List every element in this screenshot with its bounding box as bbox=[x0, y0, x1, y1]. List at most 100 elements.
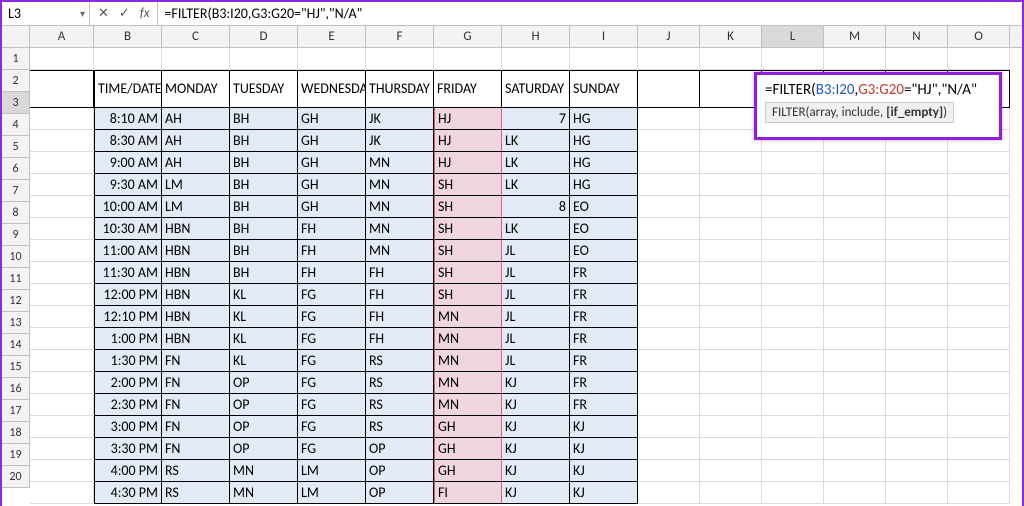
cell-F6[interactable]: MN bbox=[366, 174, 434, 196]
cell-I16[interactable]: FR bbox=[570, 394, 638, 416]
cell-B10[interactable]: 11:30 AM bbox=[94, 262, 162, 284]
cell-F9[interactable]: MN bbox=[366, 240, 434, 262]
cell-K14[interactable] bbox=[700, 350, 762, 372]
cell-C3[interactable]: AH bbox=[162, 108, 230, 130]
cell-K2[interactable] bbox=[700, 70, 762, 108]
cell-C1[interactable] bbox=[162, 48, 230, 70]
cell-G3[interactable]: HJ bbox=[434, 108, 502, 130]
cell-F19[interactable]: OP bbox=[366, 460, 434, 482]
cell-G15[interactable]: MN bbox=[434, 372, 502, 394]
cell-B2[interactable]: TIME/DATE bbox=[94, 70, 162, 108]
cell-N5[interactable] bbox=[886, 152, 948, 174]
cell-G13[interactable]: MN bbox=[434, 328, 502, 350]
row-header-17[interactable]: 17 bbox=[2, 400, 30, 422]
cell-K15[interactable] bbox=[700, 372, 762, 394]
cell-A13[interactable] bbox=[30, 328, 94, 350]
cell-D2[interactable]: TUESDAY bbox=[230, 70, 298, 108]
cell-E20[interactable]: LM bbox=[298, 482, 366, 504]
cell-L12[interactable] bbox=[762, 306, 824, 328]
cell-N11[interactable] bbox=[886, 284, 948, 306]
cell-M11[interactable] bbox=[824, 284, 886, 306]
cell-O1[interactable] bbox=[948, 48, 1010, 70]
cell-E14[interactable]: FG bbox=[298, 350, 366, 372]
row-header-10[interactable]: 10 bbox=[2, 246, 30, 268]
cell-N14[interactable] bbox=[886, 350, 948, 372]
cell-I10[interactable]: FR bbox=[570, 262, 638, 284]
cell-H17[interactable]: KJ bbox=[502, 416, 570, 438]
cell-F7[interactable]: MN bbox=[366, 196, 434, 218]
cell-L5[interactable] bbox=[762, 152, 824, 174]
cell-B13[interactable]: 1:00 PM bbox=[94, 328, 162, 350]
cell-O13[interactable] bbox=[948, 328, 1010, 350]
cell-N12[interactable] bbox=[886, 306, 948, 328]
cell-G8[interactable]: SH bbox=[434, 218, 502, 240]
cell-N1[interactable] bbox=[886, 48, 948, 70]
cell-A16[interactable] bbox=[30, 394, 94, 416]
cell-E9[interactable]: FH bbox=[298, 240, 366, 262]
cell-E8[interactable]: FH bbox=[298, 218, 366, 240]
cell-K8[interactable] bbox=[700, 218, 762, 240]
cell-F16[interactable]: RS bbox=[366, 394, 434, 416]
cell-B20[interactable]: 4:30 PM bbox=[94, 482, 162, 504]
cell-K10[interactable] bbox=[700, 262, 762, 284]
cell-F20[interactable]: OP bbox=[366, 482, 434, 504]
row-header-14[interactable]: 14 bbox=[2, 334, 30, 356]
cell-A3[interactable] bbox=[30, 108, 94, 130]
cell-F18[interactable]: OP bbox=[366, 438, 434, 460]
cell-M7[interactable] bbox=[824, 196, 886, 218]
cell-K12[interactable] bbox=[700, 306, 762, 328]
row-header-2[interactable]: 2 bbox=[2, 70, 30, 92]
cell-C16[interactable]: FN bbox=[162, 394, 230, 416]
cell-G18[interactable]: GH bbox=[434, 438, 502, 460]
cell-B6[interactable]: 9:30 AM bbox=[94, 174, 162, 196]
cell-H6[interactable]: LK bbox=[502, 174, 570, 196]
cell-H15[interactable]: KJ bbox=[502, 372, 570, 394]
cell-I1[interactable] bbox=[570, 48, 638, 70]
cell-I5[interactable]: HG bbox=[570, 152, 638, 174]
cell-J9[interactable] bbox=[638, 240, 700, 262]
cell-L15[interactable] bbox=[762, 372, 824, 394]
cell-J11[interactable] bbox=[638, 284, 700, 306]
cell-D3[interactable]: BH bbox=[230, 108, 298, 130]
cell-J1[interactable] bbox=[638, 48, 700, 70]
cell-H3[interactable]: 7 bbox=[502, 108, 570, 130]
cell-B7[interactable]: 10:00 AM bbox=[94, 196, 162, 218]
cell-I20[interactable]: KJ bbox=[570, 482, 638, 504]
cell-B3[interactable]: 8:10 AM bbox=[94, 108, 162, 130]
cell-A9[interactable] bbox=[30, 240, 94, 262]
cell-K17[interactable] bbox=[700, 416, 762, 438]
cell-D9[interactable]: BH bbox=[230, 240, 298, 262]
cell-E11[interactable]: FG bbox=[298, 284, 366, 306]
cell-C2[interactable]: MONDAY bbox=[162, 70, 230, 108]
cell-K6[interactable] bbox=[700, 174, 762, 196]
cell-M12[interactable] bbox=[824, 306, 886, 328]
cell-M6[interactable] bbox=[824, 174, 886, 196]
cell-G1[interactable] bbox=[434, 48, 502, 70]
cell-A10[interactable] bbox=[30, 262, 94, 284]
cell-L1[interactable] bbox=[762, 48, 824, 70]
cell-H5[interactable]: LK bbox=[502, 152, 570, 174]
cell-E15[interactable]: FG bbox=[298, 372, 366, 394]
cell-O17[interactable] bbox=[948, 416, 1010, 438]
cell-I18[interactable]: KJ bbox=[570, 438, 638, 460]
cell-I13[interactable]: FR bbox=[570, 328, 638, 350]
cell-D17[interactable]: OP bbox=[230, 416, 298, 438]
cell-O15[interactable] bbox=[948, 372, 1010, 394]
cell-N17[interactable] bbox=[886, 416, 948, 438]
cell-B11[interactable]: 12:00 PM bbox=[94, 284, 162, 306]
cell-D10[interactable]: BH bbox=[230, 262, 298, 284]
column-header-J[interactable]: J bbox=[638, 26, 700, 47]
cell-O18[interactable] bbox=[948, 438, 1010, 460]
cell-J7[interactable] bbox=[638, 196, 700, 218]
cell-C13[interactable]: HBN bbox=[162, 328, 230, 350]
cell-G12[interactable]: MN bbox=[434, 306, 502, 328]
column-header-E[interactable]: E bbox=[298, 26, 366, 47]
cell-E2[interactable]: WEDNESDAY bbox=[298, 70, 366, 108]
cell-I19[interactable]: KJ bbox=[570, 460, 638, 482]
cell-I12[interactable]: FR bbox=[570, 306, 638, 328]
cell-I17[interactable]: KJ bbox=[570, 416, 638, 438]
row-header-18[interactable]: 18 bbox=[2, 422, 30, 444]
row-header-1[interactable]: 1 bbox=[2, 48, 30, 70]
cell-A5[interactable] bbox=[30, 152, 94, 174]
cell-I3[interactable]: HG bbox=[570, 108, 638, 130]
